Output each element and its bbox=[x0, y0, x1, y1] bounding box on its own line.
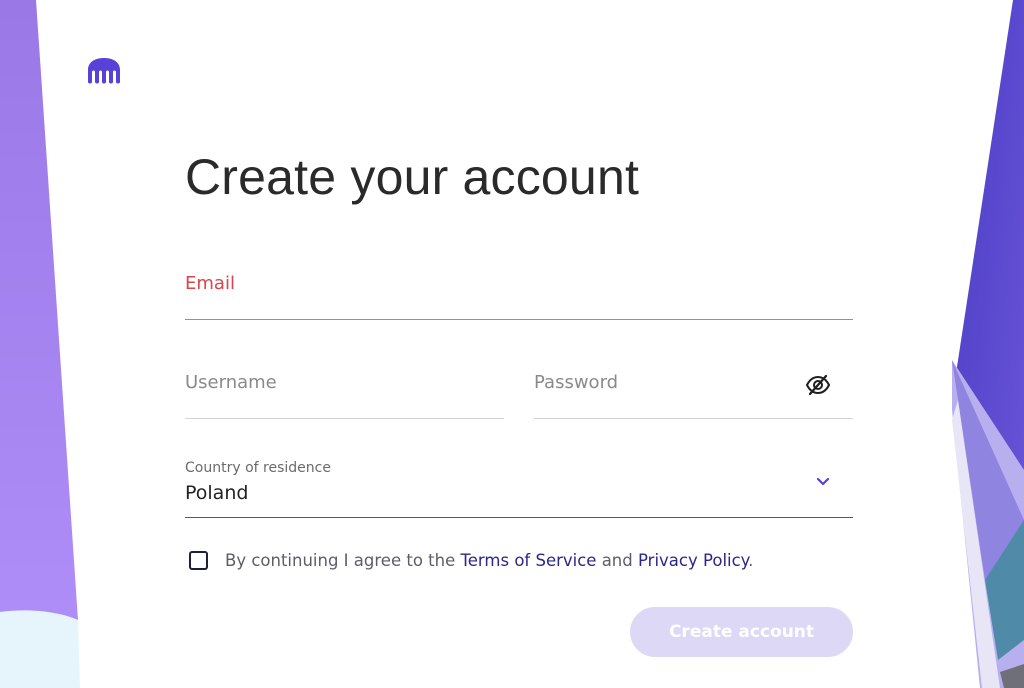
country-label: Country of residence bbox=[185, 460, 331, 476]
country-value: Poland bbox=[185, 482, 249, 504]
chevron-down-icon[interactable] bbox=[815, 476, 831, 488]
terms-prefix: By continuing I agree to the bbox=[225, 551, 461, 570]
terms-text: By continuing I agree to the Terms of Se… bbox=[225, 551, 753, 570]
terms-and: and bbox=[596, 551, 638, 570]
username-underline bbox=[185, 418, 504, 419]
username-field[interactable]: Username bbox=[185, 368, 504, 419]
signup-page: Create your account Email Username Passw… bbox=[0, 0, 1024, 688]
email-underline bbox=[185, 319, 853, 320]
password-underline bbox=[534, 418, 853, 419]
country-underline bbox=[185, 517, 853, 518]
password-label: Password bbox=[534, 372, 619, 393]
email-field[interactable]: Email bbox=[185, 270, 853, 320]
country-select[interactable]: Country of residence Poland bbox=[185, 458, 853, 518]
terms-suffix: . bbox=[748, 551, 754, 570]
terms-checkbox[interactable] bbox=[189, 551, 208, 570]
username-label: Username bbox=[185, 372, 277, 393]
background-decoration bbox=[0, 0, 1024, 688]
terms-agreement: By continuing I agree to the Terms of Se… bbox=[189, 550, 809, 574]
email-label: Email bbox=[185, 273, 235, 294]
privacy-policy-link[interactable]: Privacy Policy bbox=[638, 551, 748, 570]
create-account-button[interactable]: Create account bbox=[630, 607, 853, 657]
password-field[interactable]: Password bbox=[534, 368, 853, 419]
kraken-logo-icon[interactable] bbox=[86, 56, 122, 84]
terms-of-service-link[interactable]: Terms of Service bbox=[460, 551, 596, 570]
eye-off-icon[interactable] bbox=[805, 374, 831, 396]
page-title: Create your account bbox=[185, 149, 640, 205]
